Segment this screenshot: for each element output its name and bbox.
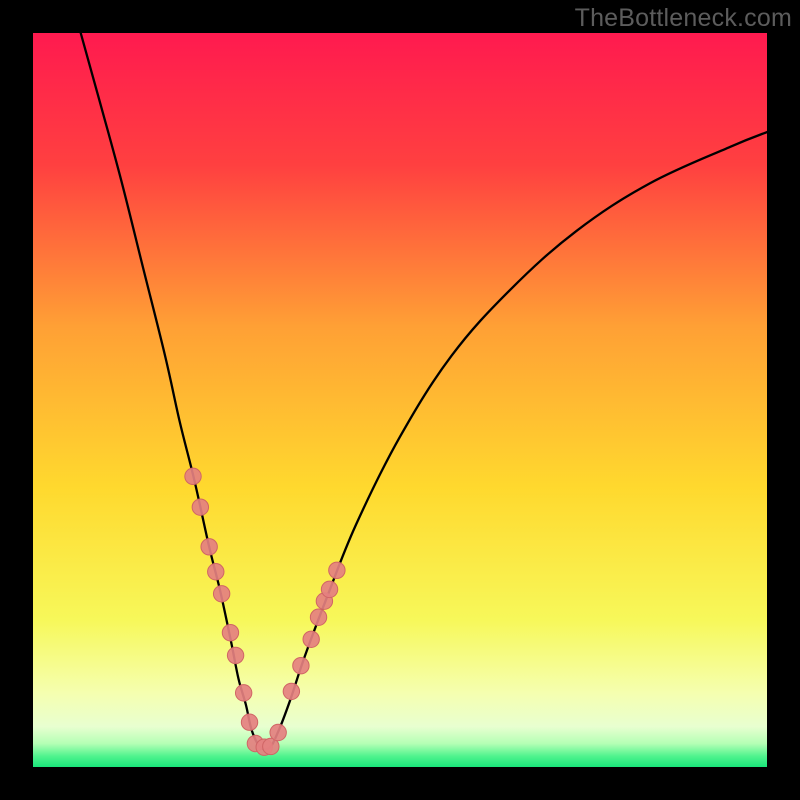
chart-stage: TheBottleneck.com — [0, 0, 800, 800]
plot-area — [33, 33, 767, 767]
gradient-background — [33, 33, 767, 767]
watermark-text: TheBottleneck.com — [575, 4, 792, 33]
